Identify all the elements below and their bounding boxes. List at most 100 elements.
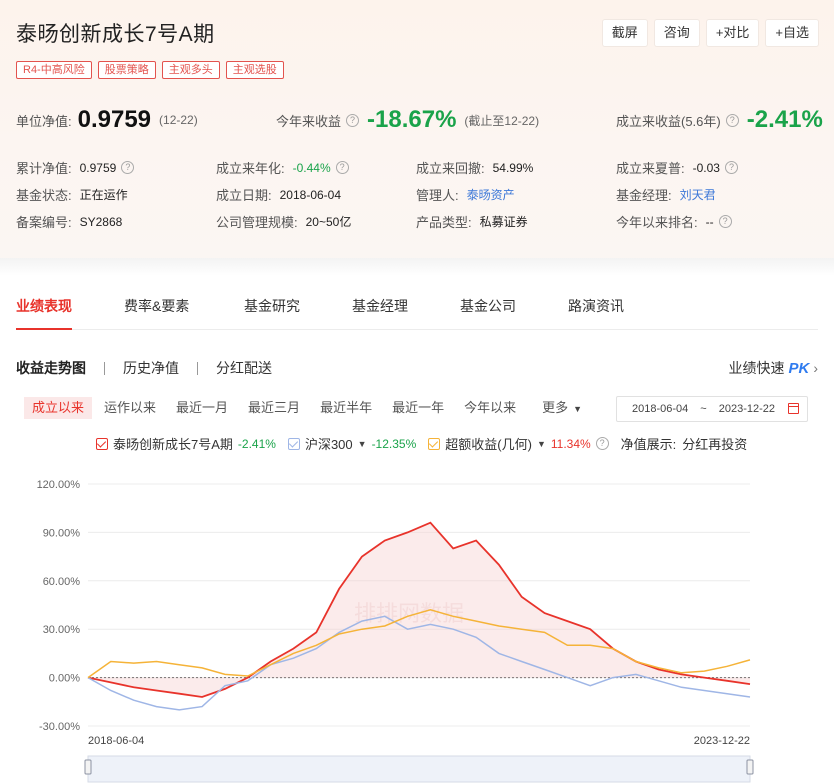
subtab-dividend[interactable]: 分红配送 [216, 358, 272, 378]
legend-excess[interactable]: 超额收益(几何) ▼ 11.34% ? [428, 434, 609, 453]
watchlist-button[interactable]: +自选 [766, 20, 818, 46]
fund-area [88, 522, 750, 697]
range-6m[interactable]: 最近半年 [312, 397, 380, 419]
range-more[interactable]: 更多 ▼ [534, 397, 590, 419]
detail-cell: 成立来夏普: -0.03? [616, 158, 738, 177]
inception-value: -2.41% [746, 106, 823, 133]
chart-subtabs: 收益走势图 历史净值 分红配送 [16, 358, 272, 378]
detail-row: 累计净值: 0.9759? 成立来年化: -0.44%? 成立来回撤: 54.99% 成立来… [16, 158, 826, 185]
ytd-block: 今年来收益 ? -18.67% (截止至12-22) [276, 106, 539, 134]
detail-cell: 成立来年化: -0.44%? [216, 158, 349, 177]
date-start: 2018-06-04 [632, 403, 689, 415]
tab-company[interactable]: 基金公司 [460, 296, 516, 316]
tab-manager[interactable]: 基金经理 [352, 296, 408, 316]
detail-cell: 累计净值: 0.9759? [16, 158, 135, 177]
range-since-operation[interactable]: 运作以来 [96, 397, 164, 419]
detail-value: SY2868 [79, 214, 123, 229]
caret-down-icon[interactable]: ▼ [358, 439, 367, 449]
nav-display-select[interactable]: 净值展示: 分红再投资 [621, 434, 748, 453]
detail-label: 公司管理规模: [216, 215, 298, 230]
checkbox-icon[interactable] [428, 437, 441, 450]
screenshot-button[interactable]: 截屏 [602, 20, 647, 46]
detail-value: 20~50亿 [305, 215, 352, 229]
active-tab-indicator [16, 328, 72, 330]
strategy-tag: 股票策略 [97, 61, 156, 79]
checkbox-icon[interactable] [287, 437, 300, 450]
nav-value: 0.9759 [77, 106, 152, 133]
tab-roadshow[interactable]: 路演资讯 [568, 296, 624, 316]
y-tick-label: 60.00% [43, 576, 81, 588]
caret-down-icon[interactable]: ▼ [537, 439, 546, 449]
help-icon[interactable]: ? [725, 113, 739, 127]
detail-cell: 成立日期: 2018-06-04 [216, 185, 341, 204]
detail-label: 成立来夏普: [616, 161, 685, 176]
detail-row: 备案编号: SY2868 公司管理规模: 20~50亿 产品类型: 私募证券 今年以来排名:… [16, 212, 826, 239]
chevron-right-icon: › [813, 360, 818, 376]
range-navigator[interactable] [87, 755, 751, 783]
fund-title: 泰旸创新成长7号A期 [16, 23, 215, 46]
return-chart: 120.00% 90.00% 60.00% 30.00% 0.00% -30.00% 排排网… [0, 460, 834, 784]
range-selector: 成立以来 运作以来 最近一月 最近三月 最近半年 最近一年 今年以来 更多 ▼ [24, 397, 594, 419]
fund-details: 累计净值: 0.9759? 成立来年化: -0.44%? 成立来回撤: 54.99% 成立来… [16, 158, 826, 239]
range-since-inception[interactable]: 成立以来 [24, 397, 93, 419]
main-tabs: 业绩表现 费率&要素 基金研究 基金经理 基金公司 路演资讯 [16, 290, 818, 330]
detail-value: -0.44% [292, 160, 331, 175]
nav-label: 单位净值: [16, 113, 72, 129]
y-tick-label: 90.00% [43, 527, 81, 539]
tab-performance[interactable]: 业绩表现 [16, 296, 72, 316]
help-icon[interactable]: ? [718, 215, 732, 228]
detail-value: 0.9759 [79, 160, 117, 175]
help-icon[interactable]: ? [335, 161, 349, 174]
help-icon[interactable]: ? [595, 437, 609, 450]
x-tick-label: 2023-12-22 [694, 735, 750, 747]
ytd-value: -18.67% [367, 106, 457, 133]
divider [197, 361, 198, 375]
range-3m[interactable]: 最近三月 [240, 397, 308, 419]
nav-date: (12-22) [159, 113, 198, 127]
legend-fund-name: 泰旸创新成长7号A期 [113, 437, 233, 452]
y-tick-label: 0.00% [49, 673, 80, 685]
subtab-history-nav[interactable]: 历史净值 [123, 358, 179, 378]
help-icon[interactable]: ? [724, 161, 738, 174]
detail-value[interactable]: 泰旸资产 [467, 186, 515, 203]
detail-label: 基金状态: [16, 188, 72, 203]
x-tick-label: 2018-06-04 [88, 735, 144, 747]
detail-value: 私募证券 [479, 215, 528, 229]
tab-research[interactable]: 基金研究 [244, 296, 300, 316]
legend-fund-pct: -2.41% [237, 436, 276, 451]
navigator-handle[interactable] [746, 759, 754, 775]
detail-value: 54.99% [492, 160, 534, 175]
risk-tag: R4-中高风险 [16, 61, 92, 79]
detail-cell: 成立来回撤: 54.99% [416, 158, 533, 177]
help-icon[interactable]: ? [346, 113, 360, 127]
compare-button[interactable]: +对比 [706, 20, 759, 46]
navigator-handle[interactable] [84, 759, 92, 775]
range-1y[interactable]: 最近一年 [384, 397, 452, 419]
return-chart-svg: 120.00%90.00%60.00%30.00%0.00%-30.00%排排网… [37, 479, 754, 783]
calendar-icon[interactable] [788, 403, 799, 414]
checkbox-icon[interactable] [96, 437, 108, 450]
subtab-return-trend[interactable]: 收益走势图 [16, 358, 86, 378]
detail-label: 基金经理: [616, 188, 672, 203]
detail-row: 基金状态: 正在运作 成立日期: 2018-06-04 管理人: 泰旸资产 基金经理: 刘天君 [16, 185, 826, 212]
detail-label: 管理人: [416, 188, 459, 203]
quick-pk-link[interactable]: 业绩快速 PK › [728, 358, 818, 378]
top-actions: 截屏 咨询 +对比 +自选 [602, 20, 818, 46]
detail-value[interactable]: 刘天君 [680, 186, 716, 203]
ytd-label: 今年来收益 [276, 113, 342, 129]
quick-label: 业绩快速 [728, 360, 785, 376]
date-range-picker[interactable]: 2018-06-04 ~ 2023-12-22 [616, 396, 808, 422]
legend-excess-pct: 11.34% [550, 436, 591, 451]
legend-index[interactable]: 沪深300 ▼ -12.35% [287, 434, 417, 453]
legend-index-pct: -12.35% [371, 436, 417, 451]
range-1m[interactable]: 最近一月 [168, 397, 236, 419]
legend-fund[interactable]: 泰旸创新成长7号A期 -2.41% [96, 434, 276, 453]
pk-label: PK [788, 359, 810, 377]
consult-button[interactable]: 咨询 [654, 20, 699, 46]
detail-label: 成立来年化: [216, 161, 285, 176]
tab-fees[interactable]: 费率&要素 [124, 296, 189, 316]
divider [104, 361, 105, 375]
help-icon[interactable]: ? [121, 161, 135, 174]
range-ytd[interactable]: 今年以来 [456, 397, 524, 419]
inception-block: 成立来收益(5.6年) ? -2.41% [616, 106, 823, 134]
